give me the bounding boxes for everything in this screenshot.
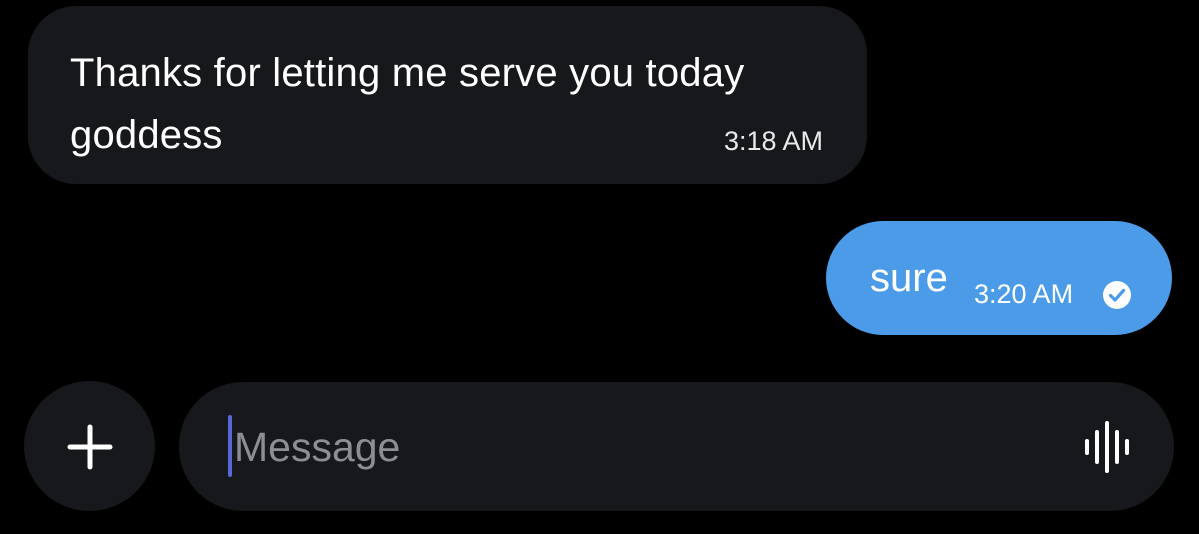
outgoing-message-bubble[interactable]: sure 3:20 AM (826, 221, 1172, 335)
voice-message-button[interactable] (1077, 420, 1141, 474)
add-attachment-button[interactable] (24, 381, 155, 511)
check-circle-icon (1103, 281, 1131, 309)
voice-waveform-icon (1085, 421, 1129, 473)
message-text: sure (870, 256, 948, 300)
message-composer (179, 382, 1174, 511)
plus-icon (67, 424, 113, 470)
incoming-message-bubble[interactable]: Thanks for letting me serve you today go… (28, 6, 867, 184)
message-input[interactable] (234, 419, 1054, 475)
message-timestamp: 3:20 AM (974, 279, 1074, 309)
message-timestamp: 3:18 AM (723, 126, 823, 156)
text-caret (228, 415, 232, 477)
